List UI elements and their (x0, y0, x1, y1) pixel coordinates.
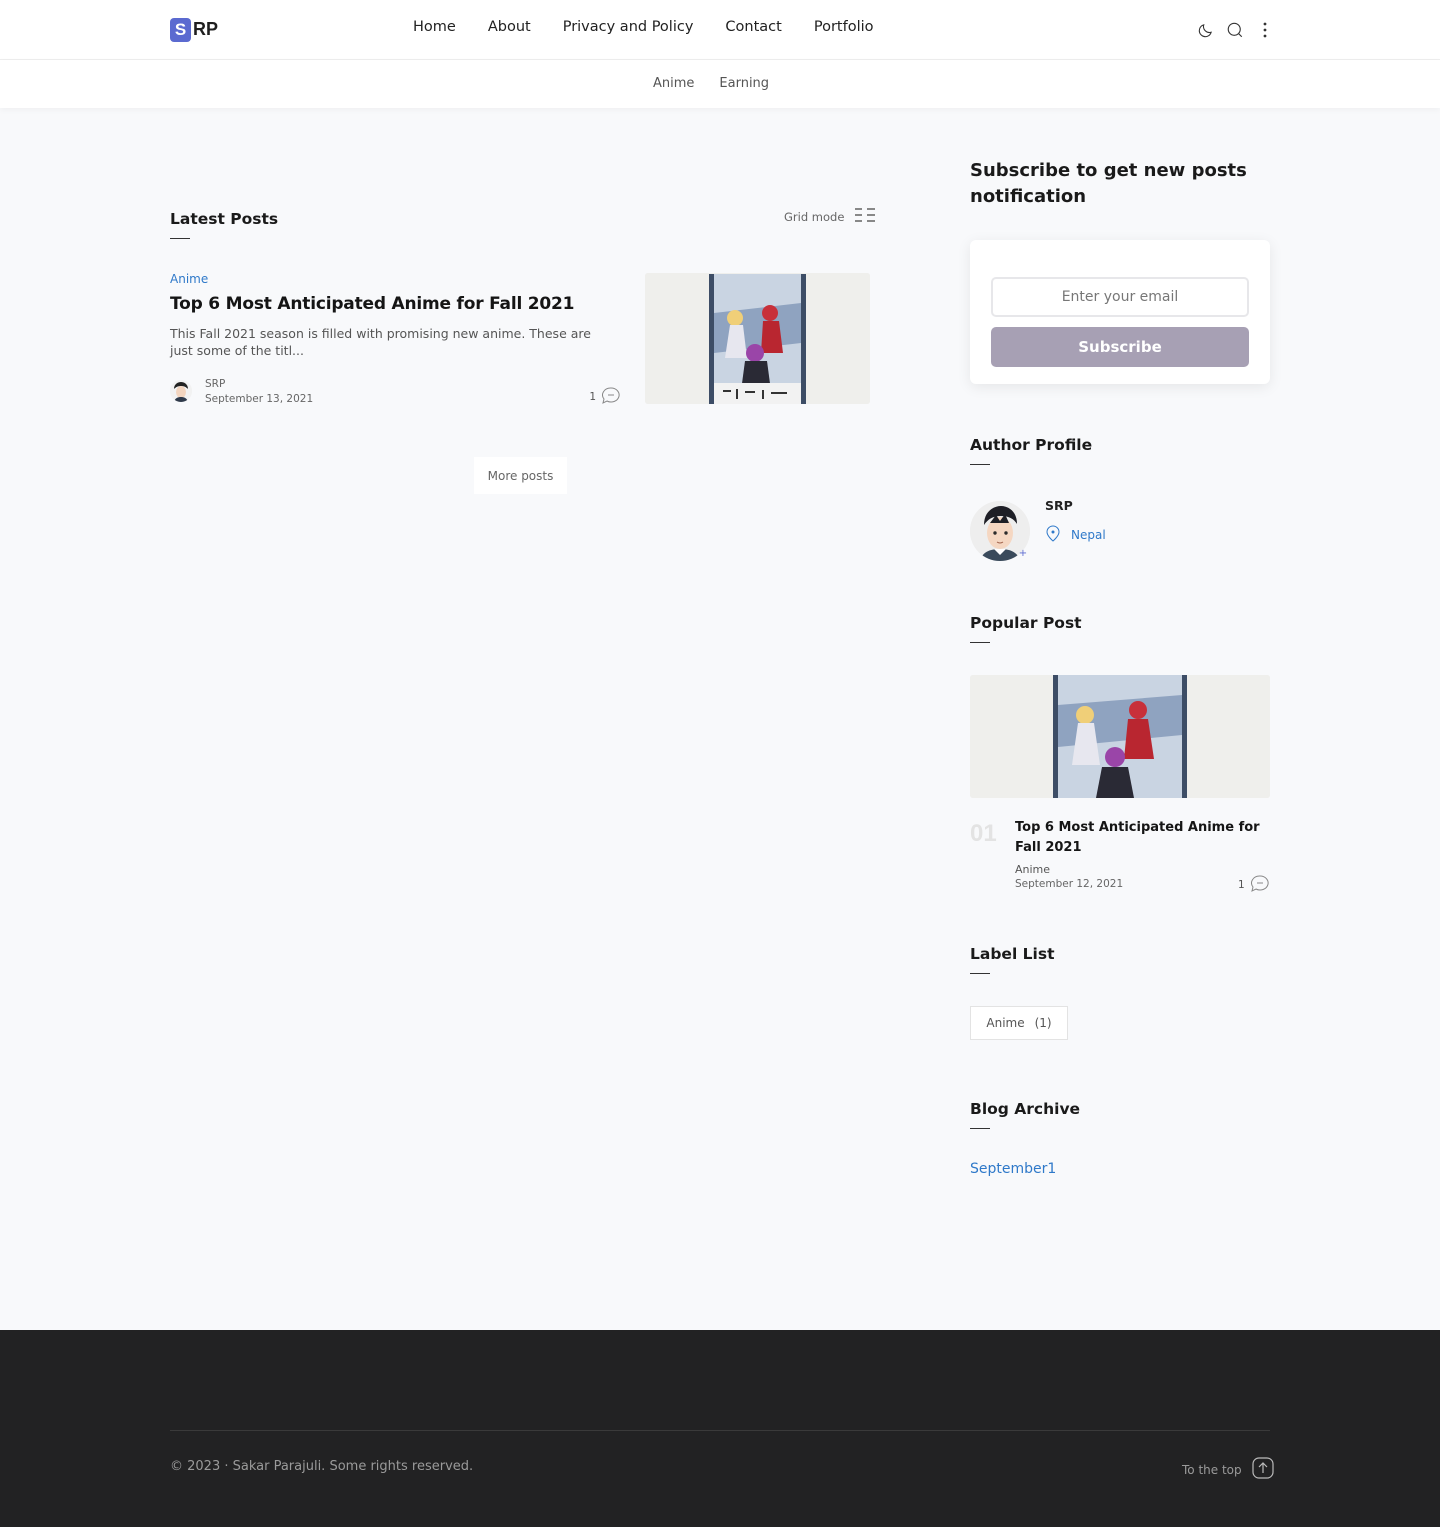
comment-count: 1 (589, 391, 596, 403)
subnav-earning[interactable]: Earning (719, 76, 769, 91)
popular-post-comments[interactable]: 1 (1238, 875, 1269, 895)
email-input[interactable] (991, 277, 1249, 317)
subscribe-button[interactable]: Subscribe (991, 327, 1249, 367)
label-chip-name: Anime (986, 1016, 1025, 1030)
to-top-button[interactable]: To the top (1182, 1457, 1274, 1482)
label-list-heading: Label List (970, 945, 1054, 974)
subscribe-box: Subscribe (970, 240, 1270, 384)
comment-count: 1 (1238, 879, 1245, 891)
label-chip-count: (1) (1034, 1016, 1052, 1030)
footer-copyright: © 2023 · Sakar Parajuli. Some rights res… (170, 1459, 474, 1474)
logo-mark: S (170, 17, 191, 42)
latest-posts-title: Latest Posts (170, 210, 279, 228)
archive-item-september[interactable]: September1 (970, 1161, 1056, 1177)
subscribe-heading: Subscribe to get new posts notification (970, 160, 1247, 207)
title-underline (970, 642, 990, 643)
popular-post-title-link[interactable]: Top 6 Most Anticipated Anime for Fall 20… (1015, 818, 1270, 858)
top-header: S RP Home About Privacy and Policy Conta… (0, 0, 1440, 60)
title-underline (170, 238, 190, 239)
post-date: September 13, 2021 (205, 393, 314, 405)
moon-icon[interactable] (1196, 20, 1214, 40)
arrow-up-icon (1252, 1457, 1274, 1482)
author-name[interactable]: SRP (1045, 498, 1073, 513)
post-author[interactable]: SRP (205, 378, 225, 390)
more-vertical-icon[interactable] (1256, 20, 1274, 40)
nav-home[interactable]: Home (413, 19, 456, 35)
location-pin-icon (1045, 525, 1061, 545)
comment-icon (1250, 875, 1269, 895)
nav-about[interactable]: About (488, 19, 531, 35)
site-footer: © 2023 · Sakar Parajuli. Some rights res… (0, 1330, 1440, 1527)
subnav-anime[interactable]: Anime (653, 76, 694, 91)
post-title[interactable]: Top 6 Most Anticipated Anime for Fall 20… (170, 294, 575, 314)
label-list-title: Label List (970, 945, 1055, 963)
main-nav: Home About Privacy and Policy Contact Po… (413, 19, 874, 35)
title-underline (970, 464, 990, 465)
author-profile-heading: Author Profile (970, 436, 1092, 465)
footer-divider (170, 1430, 1270, 1431)
site-logo[interactable]: S RP (170, 17, 218, 42)
title-underline (970, 1128, 990, 1129)
title-underline (970, 973, 990, 974)
label-chip-anime[interactable]: Anime (1) (970, 1006, 1068, 1040)
popular-post-heading: Popular Post (970, 614, 1082, 643)
author-profile-title: Author Profile (970, 436, 1093, 454)
post-thumbnail[interactable] (645, 273, 870, 404)
header-actions (1196, 20, 1274, 40)
nav-contact[interactable]: Contact (725, 19, 781, 35)
more-posts-button[interactable]: More posts (474, 457, 567, 494)
post-meta: SRP September 13, 2021 1 (170, 378, 620, 408)
grid-mode-toggle[interactable]: Grid mode (784, 207, 876, 226)
post-snippet: This Fall 2021 season is filled with pro… (170, 326, 591, 358)
grid-mode-label: Grid mode (784, 209, 845, 224)
blog-archive-heading: Blog Archive (970, 1100, 1080, 1129)
list-grid-icon (854, 207, 876, 226)
author-location: Nepal (1045, 525, 1106, 545)
nav-portfolio[interactable]: Portfolio (814, 19, 874, 35)
logo-text: RP (193, 19, 219, 39)
popular-post-date: September 12, 2021 (1015, 878, 1124, 890)
plus-icon: + (1018, 548, 1028, 559)
search-icon[interactable] (1226, 20, 1244, 40)
author-avatar (170, 380, 192, 402)
category-nav: Anime Earning (0, 60, 1440, 108)
post-card: Anime Top 6 Most Anticipated Anime for F… (170, 272, 870, 405)
author-location-text: Nepal (1071, 528, 1106, 542)
to-top-label: To the top (1182, 1462, 1242, 1477)
popular-post-label[interactable]: Anime (1015, 863, 1050, 876)
popular-post-rank: 01 (970, 820, 997, 847)
popular-post-thumbnail[interactable] (970, 675, 1270, 798)
latest-posts-heading: Latest Posts (170, 210, 278, 239)
post-comments[interactable]: 1 (589, 387, 620, 407)
popular-post-title: Popular Post (970, 614, 1082, 632)
blog-archive-title: Blog Archive (970, 1100, 1081, 1118)
comment-icon (602, 387, 620, 407)
nav-privacy-policy[interactable]: Privacy and Policy (563, 19, 694, 35)
